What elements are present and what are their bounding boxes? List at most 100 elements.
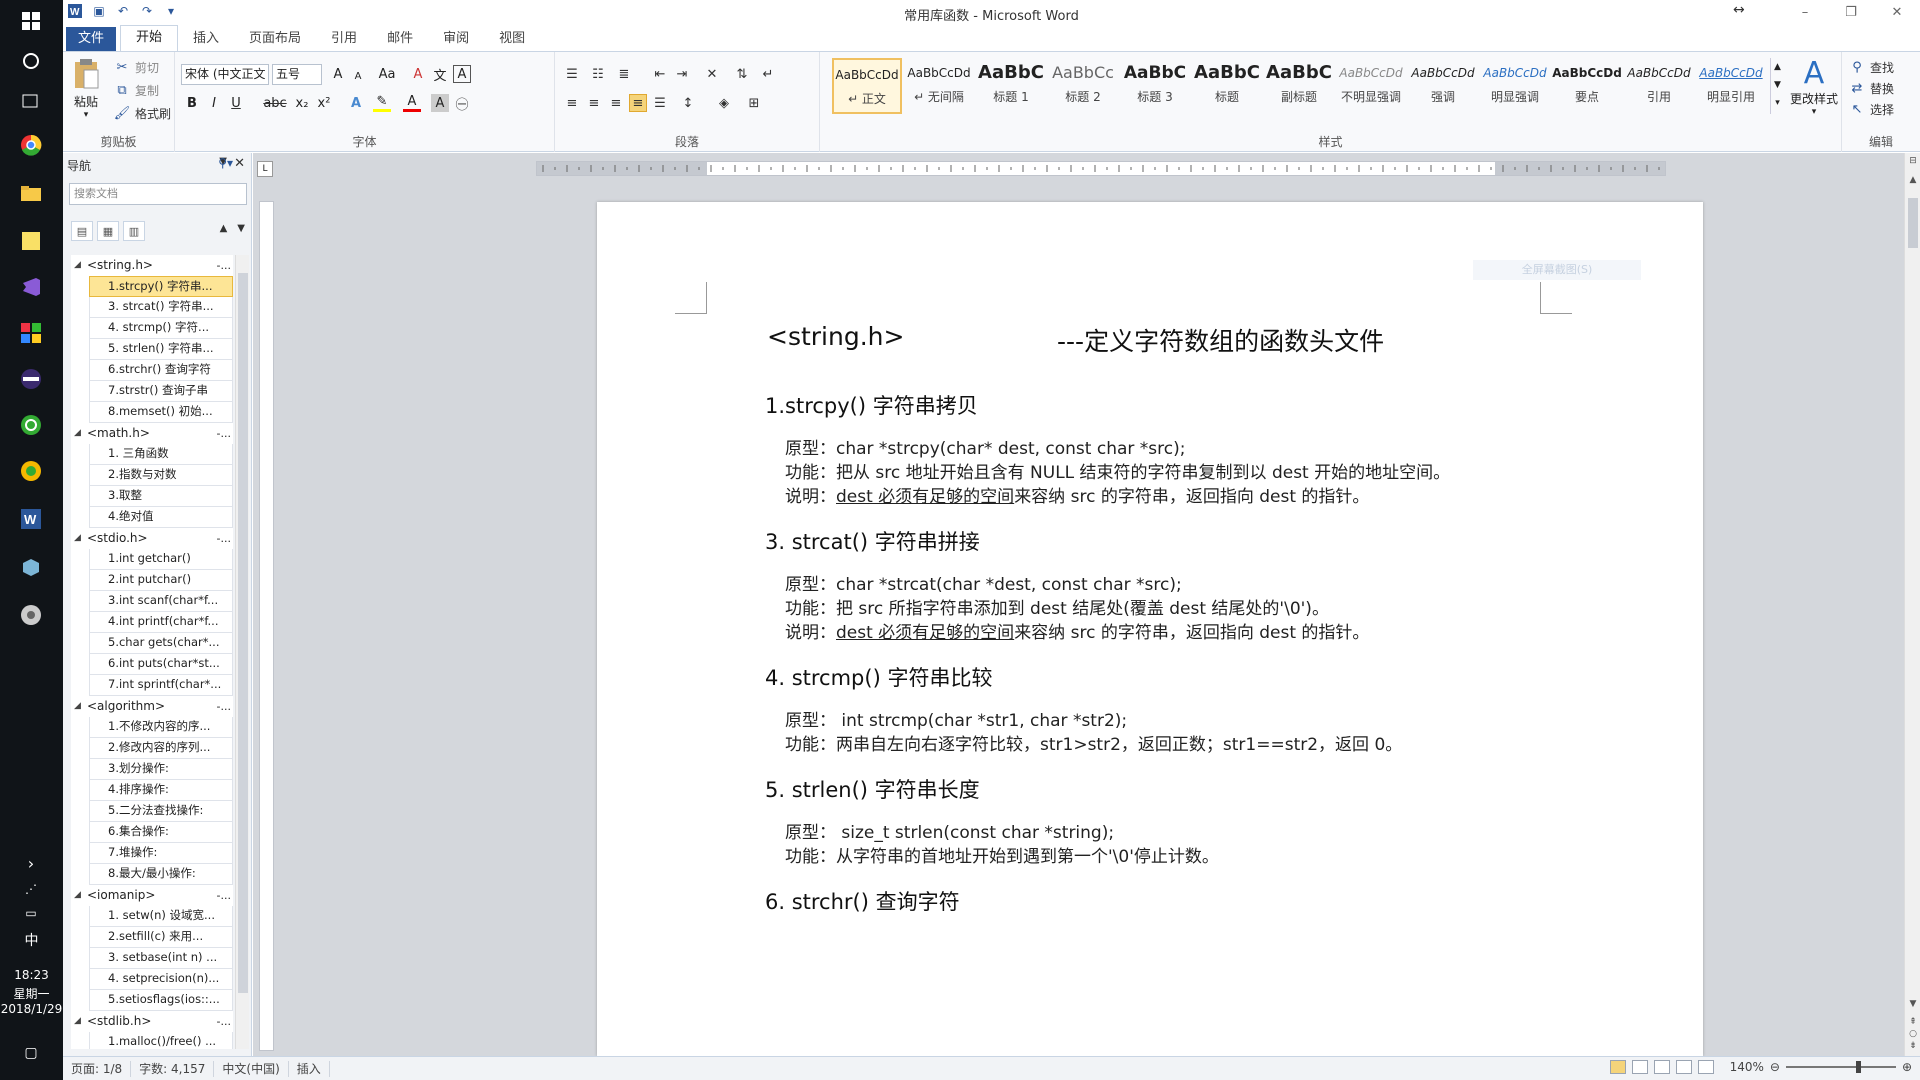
cut-button[interactable]: ✂ 剪切 [113,58,159,76]
nav-heading-2[interactable]: 5.二分法查找操作: [89,801,233,822]
nav-heading-1[interactable]: ◢ <stdio.h> -... [71,528,233,549]
doc-line[interactable]: 说明：dest 必须有足够的空间来容纳 src 的字符串，返回指向 dest 的… [785,482,1369,507]
nav-heading-2[interactable]: 3.划分操作: [89,759,233,780]
word-icon[interactable]: W [18,506,44,532]
horizontal-ruler[interactable] [536,161,1666,176]
change-case-button[interactable]: Aa [375,65,399,83]
style-normal[interactable]: AaBbCcDd ↵ 正文 [832,58,902,114]
browser-360-icon[interactable] [18,458,44,484]
network-icon[interactable]: ⋰ [18,876,44,902]
format-painter-button[interactable]: 🖌 格式刷 [113,104,171,122]
nav-heading-2[interactable]: 3.取整 [89,486,233,507]
text-effects-button[interactable]: A [347,94,365,112]
app-box-icon[interactable] [18,554,44,580]
status-page[interactable]: 页面: 1/8 [63,1060,132,1077]
status-word-count[interactable]: 字数: 4,157 [131,1060,215,1077]
zoom-in-icon[interactable]: ⊕ [1902,1060,1912,1074]
headings-view-icon[interactable]: ▤ [71,221,93,241]
tab-view[interactable]: 视图 [484,27,540,51]
style-quote[interactable]: AaBbCcDd 引用 [1624,58,1694,114]
italic-button[interactable]: I [205,94,223,112]
next-page-icon[interactable]: ⇟ [1907,1041,1919,1053]
zoom-slider-thumb[interactable] [1855,1061,1861,1073]
bullets-button[interactable]: ☰ [563,65,581,83]
nav-heading-2-active[interactable]: 1.strcpy() 字符串... [89,276,233,297]
nav-heading-2[interactable]: 6.集合操作: [89,822,233,843]
nav-heading-1[interactable]: ◢ <math.h> -... [71,423,233,444]
copy-button[interactable]: ⧉ 复制 [113,81,159,99]
cortana-icon[interactable] [18,48,44,74]
nav-heading-2[interactable]: 4.排序操作: [89,780,233,801]
pages-view-icon[interactable]: ▦ [97,221,119,241]
previous-heading-icon[interactable]: ▲ [220,223,228,234]
increase-indent-button[interactable]: ⇥ [673,65,691,83]
collapse-triangle-icon[interactable]: ◢ [74,423,81,444]
doc-line[interactable]: 原型：char *strcat(char *dest, const char *… [785,570,1182,595]
doc-section-heading[interactable]: 3. strcat() 字符串拼接 [765,526,980,556]
nav-heading-2[interactable]: 1. setw(n) 设域宽... [89,906,233,927]
style-no-spacing[interactable]: AaBbCcDd ↵ 无间隔 [904,58,974,114]
document-scrollbar[interactable]: ⊟ ▲ ▼ ⇞ ○ ⇟ [1904,153,1920,1056]
status-mode[interactable]: 插入 [289,1060,330,1077]
eclipse-icon[interactable] [18,366,44,392]
nav-heading-2[interactable]: 3. strcat() 字符串... [89,297,233,318]
style-heading-3[interactable]: AaBbC 标题 3 [1120,58,1190,114]
tab-mailings[interactable]: 邮件 [372,27,428,51]
doc-line[interactable]: 功能：把从 src 地址开始且含有 NULL 结束符的字符串复制到以 dest … [785,458,1450,483]
show-marks-button[interactable]: ↵ [759,65,777,83]
nav-heading-2[interactable]: 1. 三角函数 [89,444,233,465]
draft-view-icon[interactable] [1697,1060,1714,1074]
search-icon[interactable]: ⚲▾ [218,156,233,170]
nav-heading-2[interactable]: 8.memset() 初始... [89,402,233,423]
next-heading-icon[interactable]: ▼ [237,223,245,234]
doc-section-heading[interactable]: 1.strcpy() 字符串拷贝 [765,390,978,420]
select-browse-icon[interactable]: ○ [1907,1029,1919,1041]
doc-section-heading[interactable]: 5. strlen() 字符串长度 [765,774,980,804]
nav-heading-2[interactable]: 4. strcmp() 字符... [89,318,233,339]
doc-line[interactable]: 原型： int strcmp(char *str1, char *str2); [785,706,1127,731]
replace-button[interactable]: ⇄ 替换 [1848,79,1894,97]
nav-heading-1[interactable]: ◢ <algorithm> -... [71,696,233,717]
results-view-icon[interactable]: ▥ [123,221,145,241]
collapse-triangle-icon[interactable]: ◢ [74,1011,81,1032]
nav-heading-2[interactable]: 3.int scanf(char*f... [89,591,233,612]
nav-heading-2[interactable]: 1.malloc()/free() ... [89,1032,233,1049]
ime-indicator[interactable]: 中 [0,930,63,950]
scroll-down-icon[interactable]: ▼ [1907,999,1919,1011]
restore-button[interactable]: ❐ [1828,0,1874,24]
style-intense-emphasis[interactable]: AaBbCcDd 明显强调 [1480,58,1550,114]
file-explorer-icon[interactable] [18,180,44,206]
office-icon[interactable] [18,320,44,346]
numbering-button[interactable]: ☷ [589,65,607,83]
battery-icon[interactable]: ▭ [18,900,44,926]
highlight-button[interactable]: ✎ [373,94,391,112]
decrease-indent-button[interactable]: ⇤ [651,65,669,83]
nav-heading-2[interactable]: 6.strchr() 查询字符 [89,360,233,381]
nav-heading-2[interactable]: 7.堆操作: [89,843,233,864]
find-button[interactable]: ⚲ 查找 [1848,58,1894,76]
nav-heading-2[interactable]: 4.绝对值 [89,507,233,528]
style-title[interactable]: AaBbC 标题 [1192,58,1262,114]
ruler-view-icon[interactable]: ⊟ [1907,156,1919,168]
sort-button[interactable]: ⇅ [733,65,751,83]
strikethrough-button[interactable]: abc [263,94,287,112]
nav-scroll-thumb[interactable] [238,273,248,993]
style-strong[interactable]: AaBbCcDd 要点 [1552,58,1622,114]
nav-heading-2[interactable]: 2.修改内容的序列... [89,738,233,759]
char-shading-button[interactable]: A [431,94,449,112]
shading-button[interactable]: ◈ [715,94,733,112]
chinese-layout-button[interactable]: ✕ [703,65,721,83]
nav-heading-2[interactable]: 4. setprecision(n)... [89,969,233,990]
task-view-icon[interactable] [18,88,44,114]
zoom-slider[interactable] [1785,1061,1896,1073]
nav-heading-2[interactable]: 1.int getchar() [89,549,233,570]
nav-heading-2[interactable]: 1.不修改内容的序... [89,717,233,738]
doc-line[interactable]: 功能：从字符串的首地址开始到遇到第一个'\0'停止计数。 [785,842,1219,867]
font-size-select[interactable]: 五号 [272,64,322,85]
subscript-button[interactable]: x₂ [293,94,311,112]
style-subtitle[interactable]: AaBbC 副标题 [1264,58,1334,114]
tool-circle-icon[interactable] [18,602,44,628]
change-styles-button[interactable]: A 更改样式 ▾ [1788,58,1840,118]
visual-studio-icon[interactable] [18,274,44,300]
doc-line[interactable]: 功能：两串自左向右逐字符比较，str1>str2，返回正数；str1==str2… [785,730,1402,755]
